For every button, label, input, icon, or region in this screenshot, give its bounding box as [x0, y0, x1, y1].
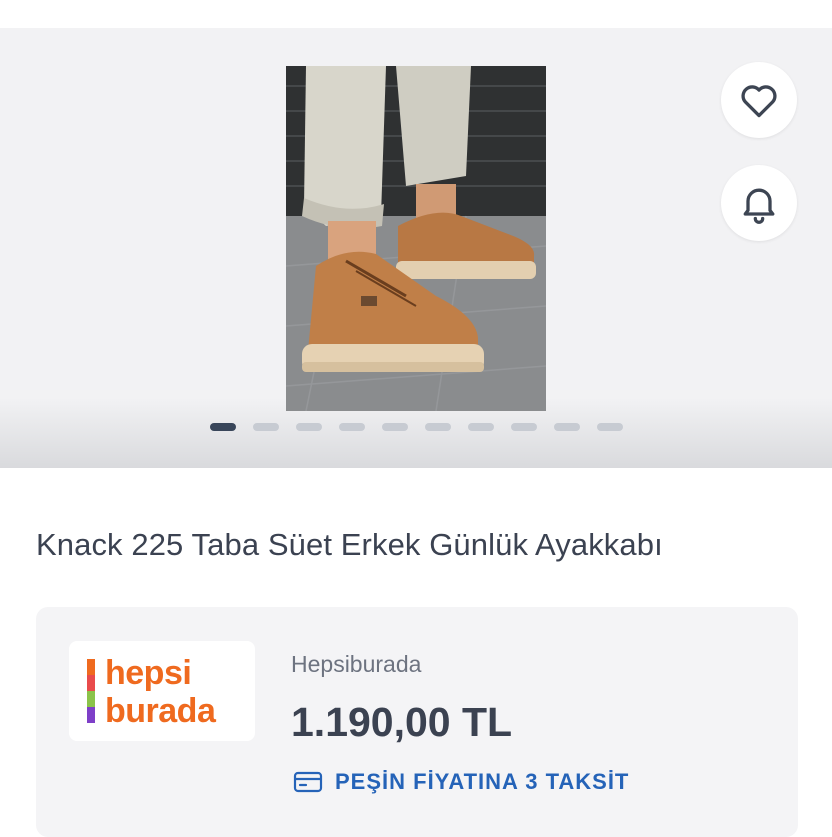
carousel-dot[interactable] — [381, 423, 408, 431]
seller-logo[interactable]: hepsi burada — [69, 641, 255, 741]
offer-card[interactable]: hepsi burada Hepsiburada 1.190,00 TL PEŞ… — [36, 607, 798, 837]
credit-card-icon — [293, 771, 323, 793]
carousel-dot[interactable] — [295, 423, 322, 431]
shoe-photo — [286, 66, 546, 411]
price-alert-button[interactable] — [721, 165, 797, 241]
top-strip — [0, 0, 832, 28]
carousel-dot[interactable] — [596, 423, 623, 431]
product-image[interactable] — [286, 66, 546, 411]
price: 1.190,00 TL — [291, 699, 513, 745]
logo-stripe-purple — [87, 707, 95, 723]
logo-stripe-red — [87, 675, 95, 691]
carousel-dot[interactable] — [510, 423, 537, 431]
carousel-dot[interactable] — [553, 423, 580, 431]
carousel-dot[interactable] — [338, 423, 365, 431]
product-gallery[interactable] — [0, 28, 832, 468]
carousel-dot[interactable] — [424, 423, 451, 431]
carousel-dot-active[interactable] — [209, 423, 236, 431]
bell-icon — [743, 188, 775, 224]
installment-label: PEŞİN FİYATINA 3 TAKSİT — [335, 769, 630, 794]
heart-icon — [741, 85, 777, 118]
seller-name[interactable]: Hepsiburada — [291, 651, 421, 678]
product-title: Knack 225 Taba Süet Erkek Günlük Ayakkab… — [36, 527, 663, 562]
logo-text-line2: burada — [105, 692, 216, 730]
logo-text-line1: hepsi — [105, 654, 192, 692]
logo-stripe-green — [87, 691, 95, 707]
logo-stripe-orange — [87, 659, 95, 675]
carousel-dot[interactable] — [467, 423, 494, 431]
favorite-button[interactable] — [721, 62, 797, 138]
installment-link[interactable]: PEŞİN FİYATINA 3 TAKSİT — [293, 769, 629, 795]
carousel-dot[interactable] — [252, 423, 279, 431]
carousel-indicators — [0, 423, 832, 433]
